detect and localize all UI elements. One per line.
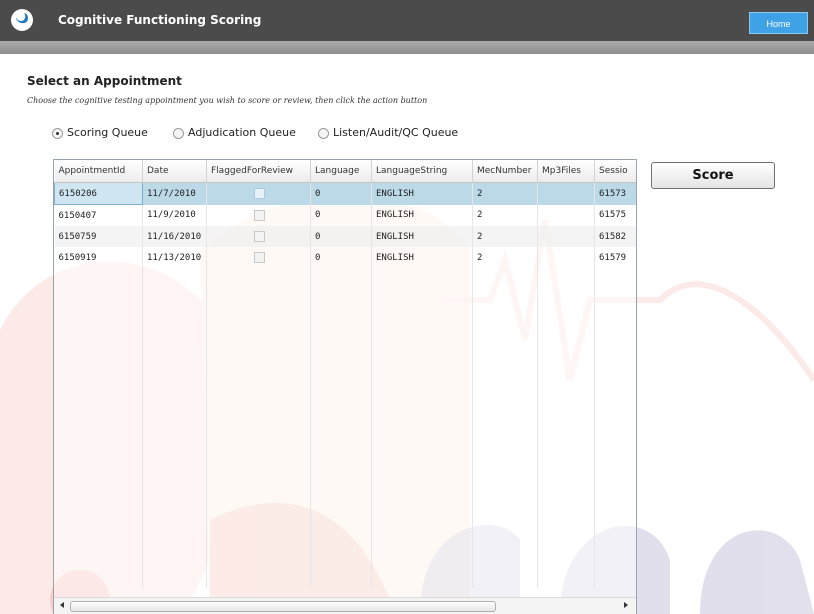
column-header[interactable]: FlaggedForReview (206, 160, 311, 183)
cell-date: 11/16/2010 (142, 226, 207, 247)
appointments-table: AppointmentId Date FlaggedForReview Lang… (54, 160, 636, 588)
scroll-left-icon[interactable] (60, 602, 64, 608)
appointments-grid[interactable]: AppointmentId Date FlaggedForReview Lang… (53, 159, 637, 614)
app-title: Cognitive Functioning Scoring (58, 13, 262, 27)
table-header-row: AppointmentId Date FlaggedForReview Lang… (54, 160, 636, 183)
column-header[interactable]: Date (142, 160, 207, 183)
flagged-checkbox[interactable] (254, 209, 265, 221)
cell-mec-number: 2 (472, 204, 538, 226)
cell-date: 11/13/2010 (142, 247, 207, 268)
cell-session: 61573 (594, 182, 636, 205)
column-header[interactable]: AppointmentId (54, 160, 143, 183)
column-header[interactable]: Mp3Files (537, 160, 595, 183)
instructions-text: Choose the cognitive testing appointment… (27, 96, 428, 105)
app-logo-icon (11, 9, 33, 31)
cell-appointment-id: 6150919 (54, 247, 143, 268)
radio-label: Adjudication Queue (188, 126, 296, 139)
cell-language: 0 (310, 247, 372, 268)
cell-appointment-id: 6150407 (54, 204, 143, 226)
cell-session: 61579 (594, 247, 636, 268)
cell-flagged (206, 204, 311, 226)
cell-language-string: ENGLISH (371, 204, 473, 226)
cell-mp3-files (537, 182, 595, 205)
radio-unselected-icon (318, 128, 329, 139)
flagged-checkbox[interactable] (254, 231, 265, 242)
column-header[interactable]: Language (310, 160, 372, 183)
table-row[interactable]: 6150206 11/7/2010 0 ENGLISH 2 61573 (54, 182, 636, 205)
radio-label: Scoring Queue (67, 126, 148, 139)
cell-language: 0 (310, 226, 372, 247)
radio-label: Listen/Audit/QC Queue (333, 126, 459, 139)
cell-mec-number: 2 (472, 226, 538, 247)
table-row[interactable]: 6150759 11/16/2010 0 ENGLISH 2 61582 (54, 226, 636, 247)
page-heading: Select an Appointment (27, 74, 182, 88)
flagged-checkbox[interactable] (254, 188, 265, 200)
empty-grid-area (54, 268, 636, 588)
cell-session: 61582 (594, 226, 636, 247)
cell-mec-number: 2 (472, 247, 538, 268)
radio-scoring-queue[interactable]: Scoring Queue (52, 126, 162, 140)
home-button[interactable]: Home (749, 12, 808, 34)
cell-language: 0 (310, 204, 372, 226)
cell-appointment-id: 6150206 (54, 182, 143, 205)
cell-language-string: ENGLISH (371, 247, 473, 268)
column-header[interactable]: MecNumber (472, 160, 538, 183)
cell-date: 11/7/2010 (142, 182, 207, 205)
cell-mp3-files (537, 226, 595, 247)
cell-language-string: ENGLISH (371, 182, 473, 205)
cell-flagged (206, 226, 311, 247)
score-button[interactable]: Score (651, 162, 775, 189)
cell-mp3-files (537, 247, 595, 268)
radio-adjudication-queue[interactable]: Adjudication Queue (173, 126, 313, 140)
scrollbar-thumb[interactable] (70, 601, 496, 612)
cell-appointment-id: 6150759 (54, 226, 143, 247)
cell-language-string: ENGLISH (371, 226, 473, 247)
cell-date: 11/9/2010 (142, 204, 207, 226)
cell-language: 0 (310, 182, 372, 205)
cell-mp3-files (537, 204, 595, 226)
horizontal-scrollbar[interactable] (54, 597, 636, 614)
radio-unselected-icon (173, 128, 184, 139)
table-row[interactable]: 6150919 11/13/2010 0 ENGLISH 2 61579 (54, 247, 636, 268)
radio-selected-icon (52, 128, 63, 139)
column-header[interactable]: Sessio (594, 160, 636, 183)
header-divider (0, 41, 814, 54)
radio-listen-audit-qc-queue[interactable]: Listen/Audit/QC Queue (318, 126, 478, 140)
flagged-checkbox[interactable] (254, 252, 265, 263)
cell-flagged (206, 182, 311, 205)
table-row[interactable]: 6150407 11/9/2010 0 ENGLISH 2 61575 (54, 204, 636, 226)
scroll-right-icon[interactable] (624, 602, 628, 608)
title-bar: Cognitive Functioning Scoring Home (0, 0, 814, 41)
column-header[interactable]: LanguageString (371, 160, 473, 183)
cell-flagged (206, 247, 311, 268)
cell-session: 61575 (594, 204, 636, 226)
cell-mec-number: 2 (472, 182, 538, 205)
main-content: Select an Appointment Choose the cogniti… (0, 54, 814, 614)
